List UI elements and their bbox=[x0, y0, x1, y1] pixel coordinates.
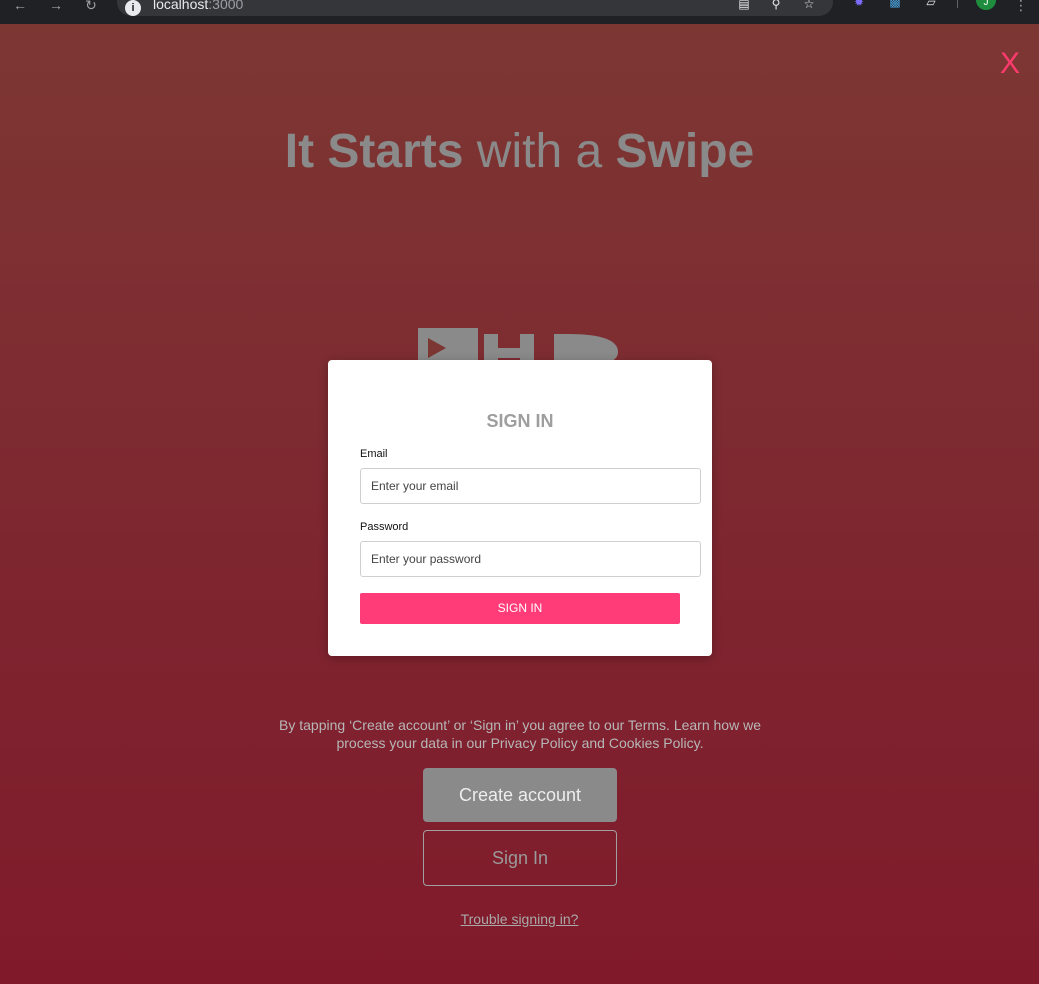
back-arrow-icon[interactable]: ← bbox=[8, 0, 32, 16]
reload-icon[interactable]: ↻ bbox=[79, 0, 103, 16]
toolbar-divider bbox=[957, 0, 958, 8]
modal-title: SIGN IN bbox=[486, 411, 554, 431]
browser-toolbar: ← → ↻ i localhost:3000 ▤ ⚲ ☆ ✹ ▩ ▱ J ⋮ bbox=[0, 0, 1039, 24]
extensions-puzzle-icon[interactable]: ▱ bbox=[922, 0, 940, 10]
bookmark-star-icon[interactable]: ☆ bbox=[801, 0, 817, 12]
forward-arrow-icon[interactable]: → bbox=[44, 0, 68, 16]
password-label: Password bbox=[360, 521, 409, 533]
email-label: Email bbox=[360, 448, 388, 460]
browser-menu-icon[interactable]: ⋮ bbox=[1009, 0, 1033, 16]
extension-gear-icon[interactable]: ✹ bbox=[850, 0, 868, 10]
zoom-icon[interactable]: ⚲ bbox=[768, 0, 784, 12]
site-info-icon[interactable]: i bbox=[125, 0, 141, 16]
password-field[interactable] bbox=[360, 541, 701, 577]
sign-in-modal: SIGN IN Email Password SIGN IN bbox=[328, 360, 712, 656]
modal-sign-in-button[interactable]: SIGN IN bbox=[360, 593, 680, 624]
address-bar[interactable]: i localhost:3000 ▤ ⚲ ☆ bbox=[117, 0, 833, 16]
profile-avatar[interactable]: J bbox=[976, 0, 996, 10]
create-account-button[interactable]: Create account bbox=[423, 768, 617, 822]
extension-screen-icon[interactable]: ▩ bbox=[886, 0, 904, 10]
terms-notice: By tapping ‘Create account’ or ‘Sign in’… bbox=[279, 717, 761, 751]
close-button[interactable]: X bbox=[1000, 48, 1020, 80]
sign-in-button[interactable]: Sign In bbox=[423, 830, 617, 886]
address-url[interactable]: localhost:3000 bbox=[153, 0, 243, 12]
landing-page: X It Starts with a Swipe SIGN IN Email P… bbox=[0, 24, 1039, 984]
page-headline: It Starts with a Swipe bbox=[284, 125, 755, 178]
trouble-signing-in-link[interactable]: Trouble signing in? bbox=[0, 910, 1039, 928]
email-field[interactable] bbox=[360, 468, 701, 504]
cast-icon[interactable]: ▤ bbox=[736, 0, 752, 12]
